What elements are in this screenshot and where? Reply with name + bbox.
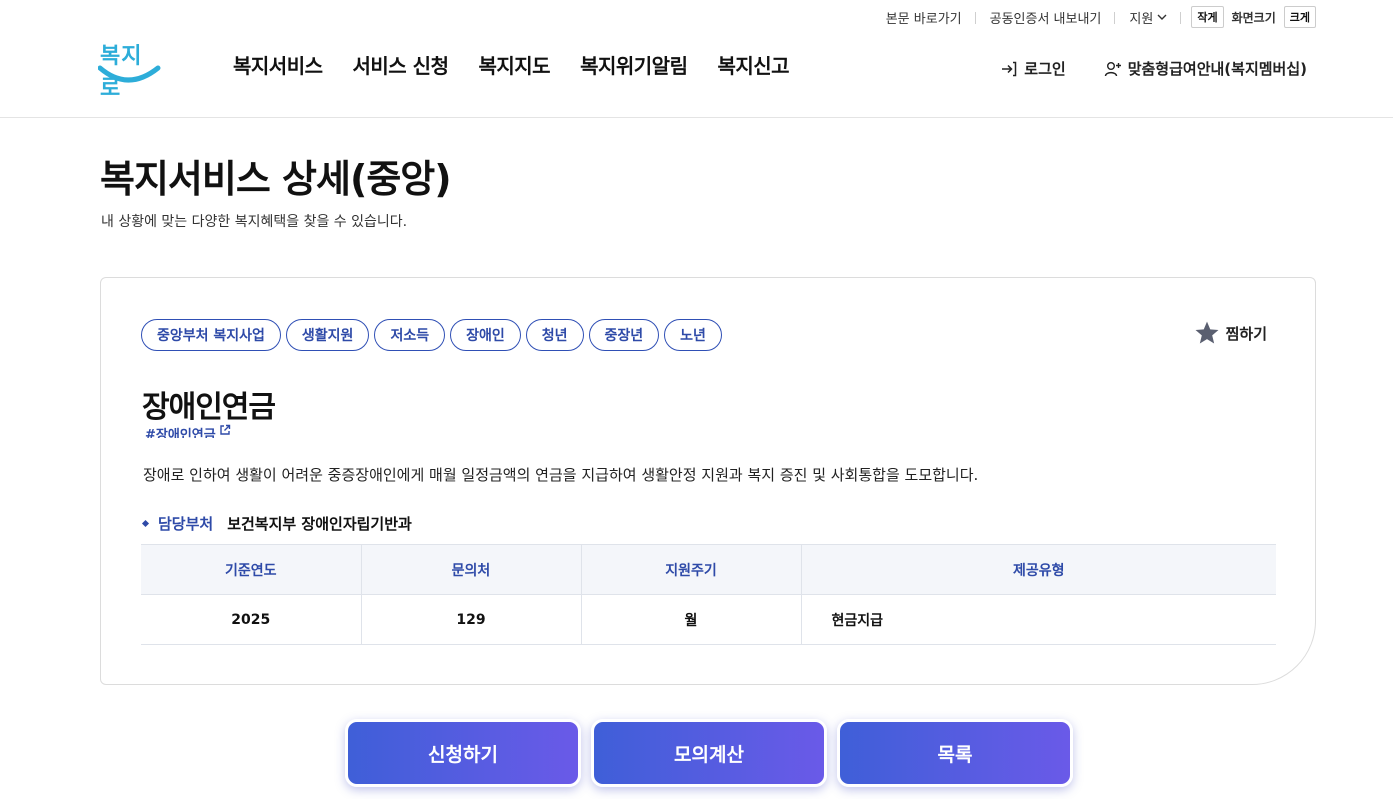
column-header: 문의처 (361, 544, 582, 595)
font-smaller-button[interactable]: 작게 (1191, 6, 1224, 28)
list-button[interactable]: 목록 (837, 719, 1073, 787)
service-detail-card: 중앙부처 복지사업 생활지원 저소득 장애인 청년 중장년 노년 찜하기 장애인… (100, 277, 1316, 685)
font-larger-button[interactable]: 크게 (1283, 6, 1316, 28)
favorite-label: 찜하기 (1225, 324, 1267, 343)
nav-welfare-report[interactable]: 복지신고 (717, 50, 789, 79)
department-label: 담당부처 (158, 515, 214, 533)
hashtag-label: #장애인연금 (145, 428, 216, 438)
logo-swoosh-icon (98, 65, 161, 83)
column-header: 기준연도 (141, 544, 362, 595)
login-link[interactable]: 로그인 (1000, 58, 1066, 79)
nav-welfare-map[interactable]: 복지지도 (478, 50, 550, 79)
service-tags: 중앙부처 복지사업 생활지원 저소득 장애인 청년 중장년 노년 (141, 319, 722, 351)
hashtag-link[interactable]: #장애인연금 (145, 424, 231, 438)
favorite-button[interactable]: 찜하기 (1194, 320, 1267, 346)
star-icon (1195, 321, 1219, 344)
simulate-button[interactable]: 모의계산 (591, 719, 827, 787)
column-header: 지원주기 (581, 544, 802, 595)
membership-label: 맞춤형급여안내(복지멤버십) (1127, 60, 1307, 78)
user-add-icon (1104, 61, 1121, 76)
utility-bar: 본문 바로가기 공동인증서 내보내기 지원 작게 화면크기 크게 (872, 6, 1316, 28)
action-buttons: 신청하기 모의계산 목록 (345, 719, 1073, 787)
department-value: 보건복지부 장애인자립기반과 (227, 515, 412, 533)
page-subtitle: 내 상황에 맞는 다양한 복지혜택을 찾을 수 있습니다. (101, 214, 408, 230)
table-header-row: 기준연도 문의처 지원주기 제공유형 (141, 544, 1276, 595)
tag-chip[interactable]: 노년 (664, 319, 722, 351)
tag-chip[interactable]: 저소득 (374, 319, 446, 351)
bullet-icon (141, 519, 150, 528)
nav-welfare-service[interactable]: 복지서비스 (233, 50, 323, 79)
main-nav: 복지서비스 서비스 신청 복지지도 복지위기알림 복지신고 (233, 50, 790, 79)
header-divider (0, 117, 1393, 118)
user-menu: 로그인 맞춤형급여안내(복지멤버십) (1000, 58, 1307, 79)
service-title: 장애인연금 (142, 390, 276, 425)
language-dropdown[interactable]: 지원 (1115, 8, 1182, 27)
service-description: 장애로 인하여 생활이 어려운 중증장애인에게 매월 일정금액의 연금을 지급하… (143, 466, 979, 484)
nav-welfare-alert[interactable]: 복지위기알림 (580, 50, 688, 79)
tag-chip[interactable]: 중앙부처 복지사업 (141, 319, 281, 351)
login-label: 로그인 (1024, 60, 1066, 78)
external-link-icon (220, 424, 230, 435)
skip-to-content-link[interactable]: 본문 바로가기 (872, 8, 976, 27)
login-icon (1002, 61, 1017, 76)
table-row: 2025 129 월 현금지급 (141, 594, 1276, 645)
base-year-cell: 2025 (141, 594, 362, 645)
tag-chip[interactable]: 청년 (525, 319, 584, 351)
support-cycle-cell: 월 (581, 594, 802, 645)
tag-chip[interactable]: 중장년 (588, 319, 660, 351)
tag-chip[interactable]: 생활지원 (285, 319, 370, 351)
tag-chip[interactable]: 장애인 (450, 319, 521, 351)
page-title: 복지서비스 상세(중앙) (100, 157, 452, 201)
column-header: 제공유형 (801, 544, 1276, 595)
contact-cell: 129 (361, 594, 582, 645)
font-size-controls: 작게 화면크기 크게 (1191, 6, 1316, 28)
nav-service-apply[interactable]: 서비스 신청 (353, 50, 449, 79)
membership-link[interactable]: 맞춤형급여안내(복지멤버십) (1104, 58, 1307, 79)
language-label: 지원 (1129, 11, 1154, 27)
service-info-table: 기준연도 문의처 지원주기 제공유형 2025 129 월 현금지급 (141, 544, 1276, 645)
font-size-label: 화면크기 (1231, 10, 1276, 25)
apply-button[interactable]: 신청하기 (345, 719, 581, 787)
cert-export-link[interactable]: 공동인증서 내보내기 (976, 8, 1116, 27)
provision-type-cell: 현금지급 (801, 594, 1276, 645)
bokjiro-logo[interactable]: 복지로 (98, 36, 162, 101)
chevron-down-icon (1157, 14, 1167, 20)
department-row: 담당부처 보건복지부 장애인자립기반과 (141, 513, 412, 534)
